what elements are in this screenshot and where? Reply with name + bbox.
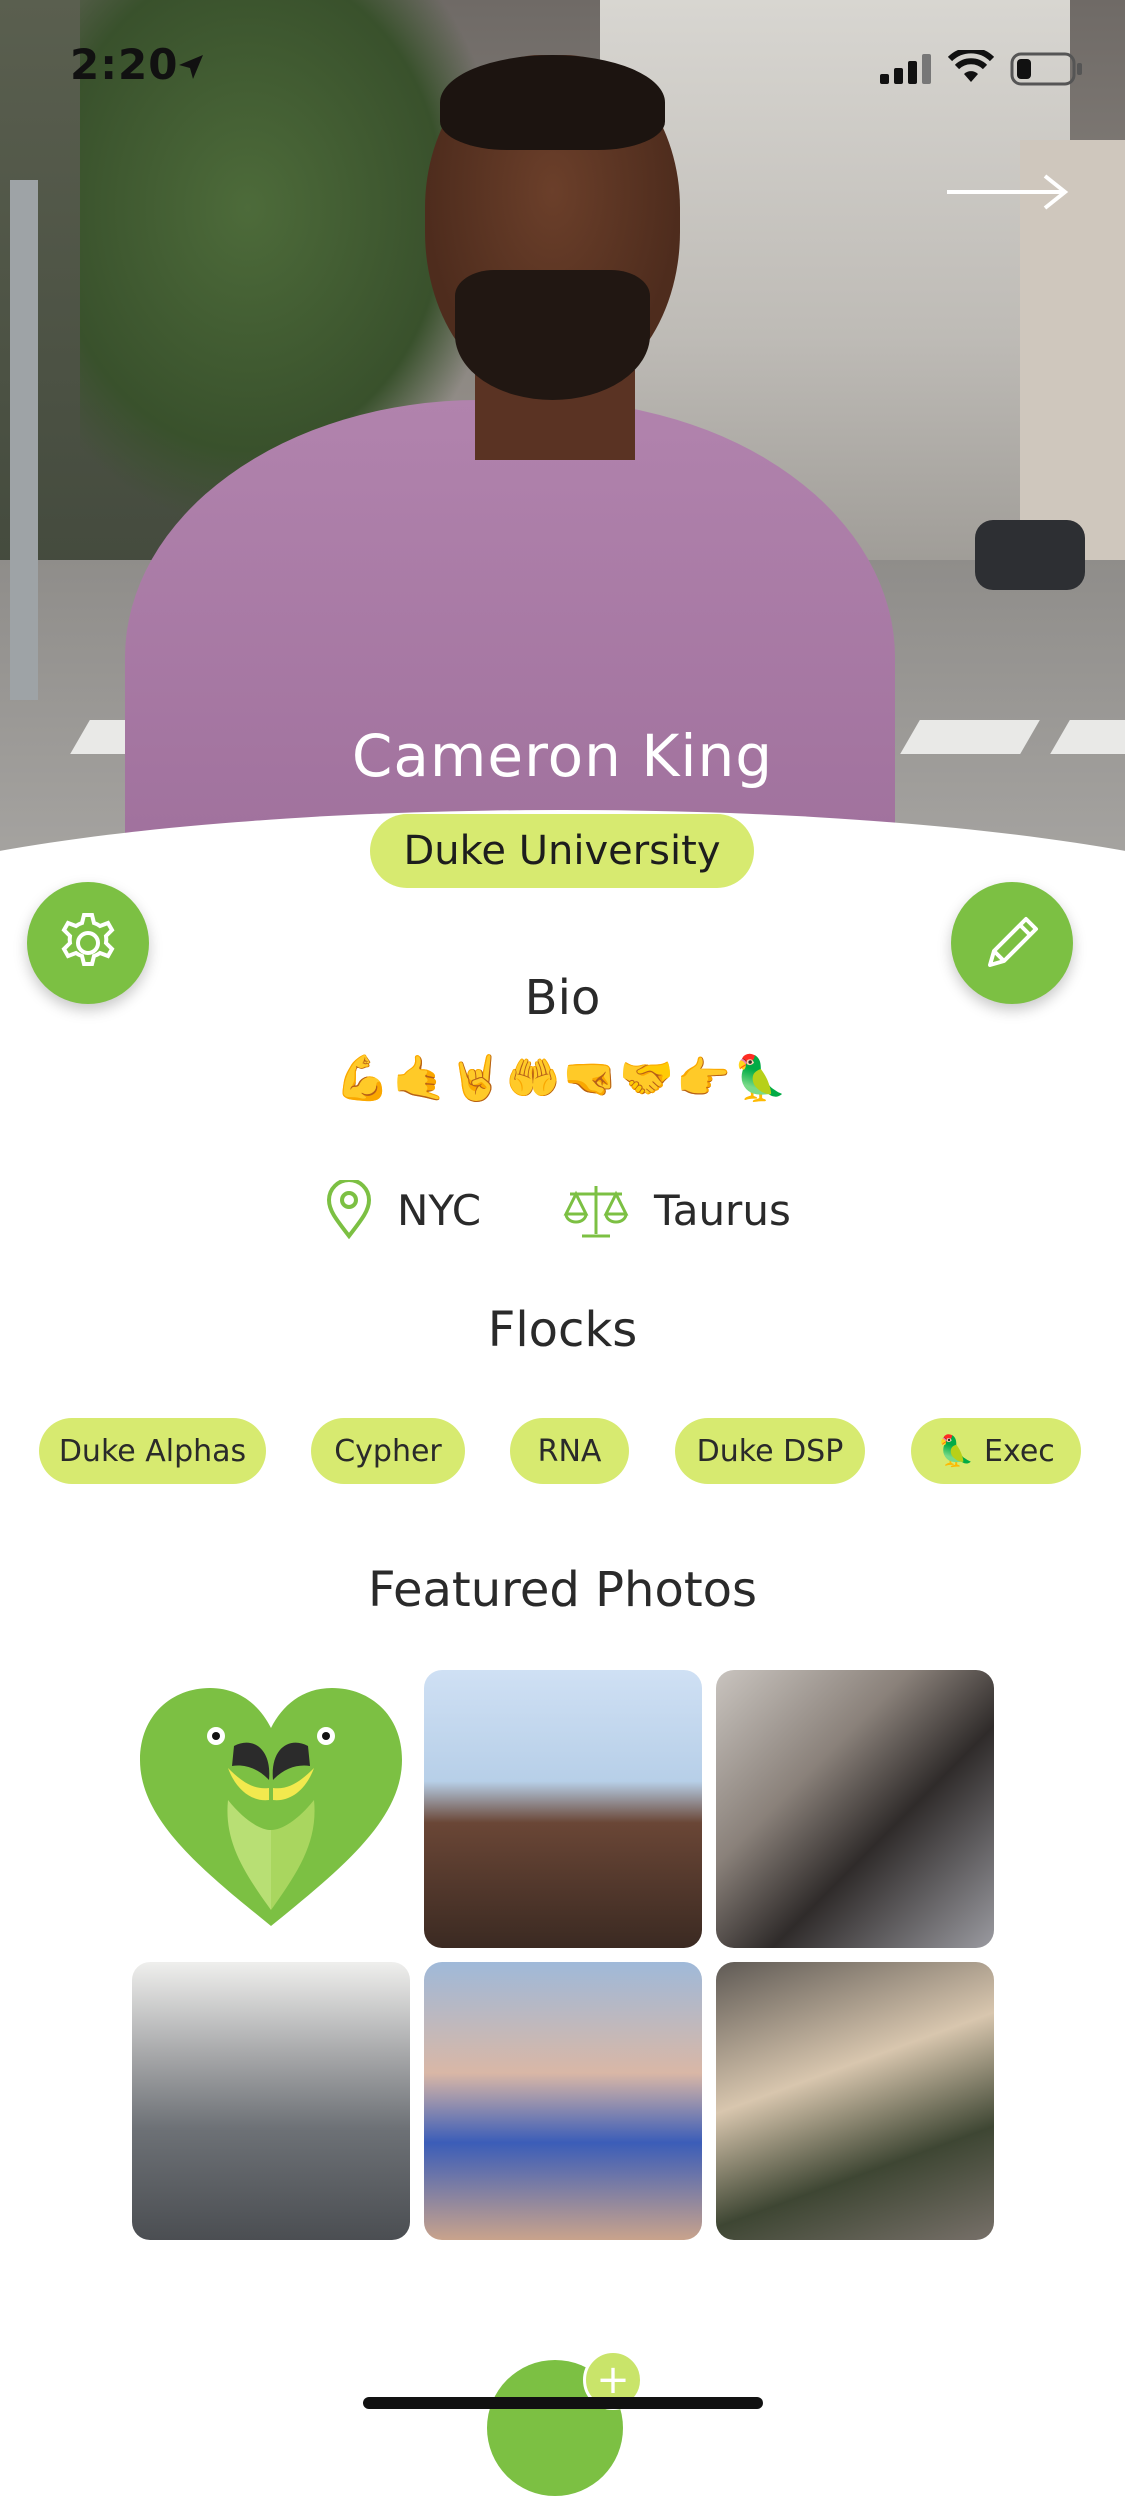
featured-photos-title: Featured Photos bbox=[367, 1562, 758, 1618]
scales-icon bbox=[563, 1186, 629, 1238]
photo-friends[interactable] bbox=[716, 1670, 994, 1948]
location-label: NYC bbox=[397, 1185, 482, 1235]
bio-text: 💪🤙🤘🤲🤜🤝👉🦜 bbox=[335, 1053, 790, 1104]
flock-chip[interactable]: 🦜 Exec bbox=[911, 1418, 1081, 1484]
profile-name: Cameron King bbox=[351, 722, 774, 790]
map-pin-icon bbox=[326, 1180, 372, 1240]
parrot-heart-logo-icon bbox=[140, 1688, 402, 1926]
pencil-icon bbox=[988, 917, 1038, 967]
flock-chip[interactable]: Duke Alphas bbox=[39, 1418, 266, 1484]
zodiac-detail: Taurus bbox=[562, 1180, 791, 1240]
photo-selfie-with-friend[interactable] bbox=[424, 1670, 702, 1948]
flock-chip[interactable]: Duke DSP bbox=[675, 1418, 865, 1484]
signal-icon bbox=[880, 54, 931, 84]
zodiac-label: Taurus bbox=[654, 1185, 791, 1235]
flock-chip[interactable]: RNA bbox=[510, 1418, 629, 1484]
photo-parrot-heart-logo[interactable] bbox=[132, 1670, 410, 1948]
flocks-title: Flocks bbox=[487, 1302, 638, 1358]
flock-chip[interactable]: Cypher bbox=[311, 1418, 465, 1484]
location-detail: NYC bbox=[325, 1180, 481, 1240]
school-badge: Duke University bbox=[370, 814, 754, 888]
next-photo-arrow-icon[interactable] bbox=[945, 172, 1070, 212]
location-arrow-icon bbox=[179, 55, 203, 79]
battery-icon bbox=[1010, 52, 1082, 86]
photo-beach[interactable] bbox=[424, 1962, 702, 2240]
status-bar: 2:20 bbox=[0, 40, 1125, 100]
photo-hoodie[interactable] bbox=[716, 1962, 994, 2240]
bio-title: Bio bbox=[524, 970, 601, 1026]
photo-vimeo-shirt[interactable] bbox=[132, 1962, 410, 2240]
flocks-list: Duke Alphas Cypher RNA Duke DSP 🦜 Exec bbox=[0, 1418, 1125, 1484]
wifi-icon bbox=[948, 50, 994, 82]
home-indicator bbox=[363, 2397, 763, 2409]
status-time: 2:20 bbox=[70, 40, 179, 89]
gear-icon bbox=[61, 913, 115, 966]
